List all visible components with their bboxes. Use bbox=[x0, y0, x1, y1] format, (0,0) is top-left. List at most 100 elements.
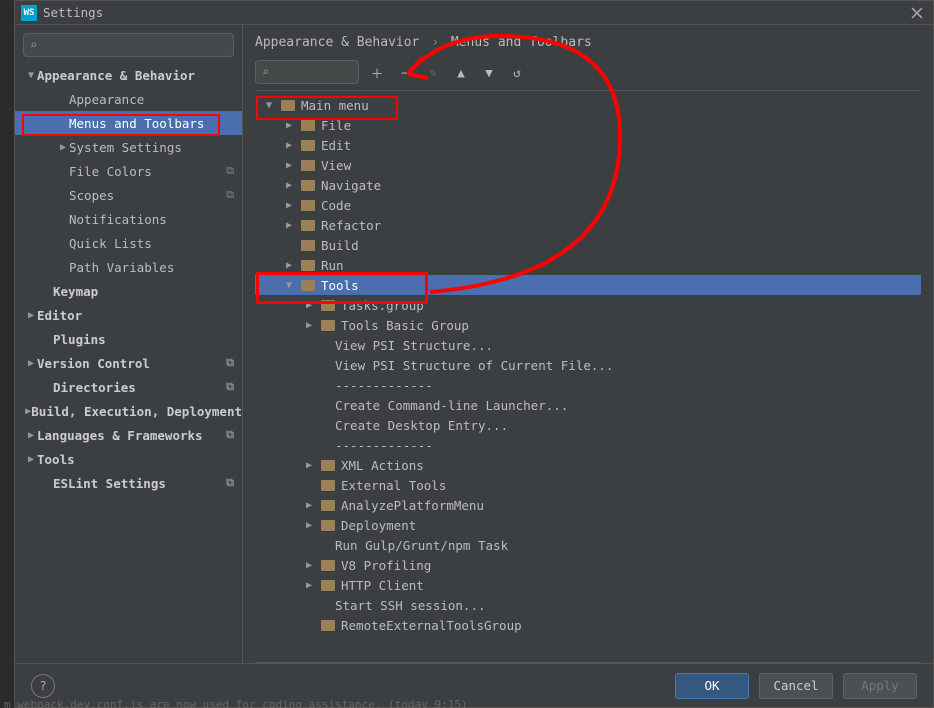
tree-item-label: Build bbox=[321, 238, 359, 253]
tree-item[interactable]: Run Gulp/Grunt/npm Task bbox=[255, 535, 921, 555]
sidebar-search-input[interactable]: ⌕ bbox=[23, 33, 234, 57]
folder-icon bbox=[301, 260, 315, 271]
sidebar-item[interactable]: ESLint Settings⧉ bbox=[15, 471, 242, 495]
sidebar-item[interactable]: Directories⧉ bbox=[15, 375, 242, 399]
sidebar-item[interactable]: Quick Lists bbox=[15, 231, 242, 255]
tree-item-label: Edit bbox=[321, 138, 351, 153]
sidebar-item[interactable]: ▶Version Control⧉ bbox=[15, 351, 242, 375]
arrow-icon: ▶ bbox=[283, 220, 295, 231]
tree-item[interactable]: ▶Deployment bbox=[255, 515, 921, 535]
tree-item-label: Tasks.group bbox=[341, 298, 424, 313]
sidebar-item-label: Build, Execution, Deployment bbox=[31, 404, 242, 419]
tree-item-label: ------------- bbox=[335, 378, 433, 393]
tree-item[interactable]: External Tools bbox=[255, 475, 921, 495]
sidebar-item-label: File Colors bbox=[69, 164, 152, 179]
settings-sidebar: ⌕ ▼Appearance & Behavior Appearance Menus … bbox=[15, 25, 243, 663]
move-down-icon[interactable]: ▼ bbox=[479, 62, 499, 82]
sidebar-item-label: Menus and Toolbars bbox=[69, 116, 204, 131]
tree-item[interactable]: Build bbox=[255, 235, 921, 255]
tree-item[interactable]: View PSI Structure... bbox=[255, 335, 921, 355]
project-badge-icon: ⧉ bbox=[226, 380, 234, 394]
sidebar-item-label: System Settings bbox=[69, 140, 182, 155]
sidebar-item-label: Plugins bbox=[53, 332, 106, 347]
tree-item[interactable]: ▶V8 Profiling bbox=[255, 555, 921, 575]
sidebar-item[interactable]: Menus and Toolbars bbox=[15, 111, 242, 135]
sidebar-item-label: Quick Lists bbox=[69, 236, 152, 251]
tree-item[interactable]: ------------- bbox=[255, 375, 921, 395]
sidebar-item[interactable]: ▶Tools bbox=[15, 447, 242, 471]
restore-icon[interactable]: ↺ bbox=[507, 62, 527, 82]
tree-item[interactable]: ▶Tools Basic Group bbox=[255, 315, 921, 335]
tree-item-label: Refactor bbox=[321, 218, 381, 233]
arrow-icon: ▶ bbox=[303, 560, 315, 571]
tree-item[interactable]: ▶Navigate bbox=[255, 175, 921, 195]
tree-item[interactable]: Start SSH session... bbox=[255, 595, 921, 615]
sidebar-item[interactable]: ▶Languages & Frameworks⧉ bbox=[15, 423, 242, 447]
arrow-icon: ▼ bbox=[25, 70, 37, 81]
arrow-icon: ▶ bbox=[25, 358, 37, 369]
sidebar-item[interactable]: Scopes⧉ bbox=[15, 183, 242, 207]
ok-button[interactable]: OK bbox=[675, 673, 749, 699]
sidebar-item[interactable]: Appearance bbox=[15, 87, 242, 111]
tree-item[interactable]: Create Command-line Launcher... bbox=[255, 395, 921, 415]
tree-item[interactable]: ▶Tasks.group bbox=[255, 295, 921, 315]
arrow-icon: ▶ bbox=[303, 580, 315, 591]
project-badge-icon: ⧉ bbox=[226, 428, 234, 442]
sidebar-item[interactable]: Path Variables bbox=[15, 255, 242, 279]
folder-icon bbox=[281, 100, 295, 111]
sidebar-item-label: Path Variables bbox=[69, 260, 174, 275]
tree-item[interactable]: ▶ Refactor bbox=[255, 215, 921, 235]
tree-item[interactable]: ▶File bbox=[255, 115, 921, 135]
arrow-icon bbox=[303, 620, 315, 631]
tree-item[interactable]: RemoteExternalToolsGroup bbox=[255, 615, 921, 635]
cancel-button[interactable]: Cancel bbox=[759, 673, 833, 699]
sidebar-item[interactable]: ▼Appearance & Behavior bbox=[15, 63, 242, 87]
tree-item-label: HTTP Client bbox=[341, 578, 424, 593]
tree-item[interactable]: ▶Run bbox=[255, 255, 921, 275]
tree-item[interactable]: View PSI Structure of Current File... bbox=[255, 355, 921, 375]
sidebar-item[interactable]: ▶Editor bbox=[15, 303, 242, 327]
arrow-icon: ▶ bbox=[303, 320, 315, 331]
folder-icon bbox=[321, 580, 335, 591]
sidebar-item[interactable]: File Colors⧉ bbox=[15, 159, 242, 183]
tree-item[interactable]: ▶XML Actions bbox=[255, 455, 921, 475]
tree-item[interactable]: ▼Main menu bbox=[255, 95, 921, 115]
tree-item[interactable]: ▶ HTTP Client bbox=[255, 575, 921, 595]
folder-icon bbox=[321, 300, 335, 311]
move-up-icon[interactable]: ▲ bbox=[451, 62, 471, 82]
tree-item-label: ------------- bbox=[335, 438, 433, 453]
tree-item[interactable]: Create Desktop Entry... bbox=[255, 415, 921, 435]
close-icon[interactable] bbox=[907, 3, 927, 23]
arrow-icon: ▶ bbox=[25, 430, 37, 441]
arrow-icon bbox=[303, 440, 315, 451]
arrow-icon bbox=[303, 380, 315, 391]
tree-item[interactable]: ▶View bbox=[255, 155, 921, 175]
sidebar-item-label: Tools bbox=[37, 452, 75, 467]
edit-icon[interactable]: ✎ bbox=[423, 62, 443, 82]
sidebar-item-label: Appearance & Behavior bbox=[37, 68, 195, 83]
search-icon: ⌕ bbox=[262, 65, 269, 79]
tree-item[interactable]: ▶AnalyzePlatformMenu bbox=[255, 495, 921, 515]
add-button[interactable]: ＋ bbox=[367, 62, 387, 82]
sidebar-item[interactable]: ▶System Settings bbox=[15, 135, 242, 159]
toolbar-search-input[interactable]: ⌕ bbox=[255, 60, 359, 84]
remove-button[interactable]: − bbox=[395, 62, 415, 82]
sidebar-item-label: Appearance bbox=[69, 92, 144, 107]
folder-icon bbox=[301, 160, 315, 171]
sidebar-item[interactable]: Notifications bbox=[15, 207, 242, 231]
sidebar-tree: ▼Appearance & Behavior Appearance Menus an… bbox=[15, 63, 242, 663]
tree-item-label: AnalyzePlatformMenu bbox=[341, 498, 484, 513]
tree-item[interactable]: ▼Tools bbox=[255, 275, 921, 295]
tree-item[interactable]: ------------- bbox=[255, 435, 921, 455]
sidebar-item[interactable]: Keymap bbox=[15, 279, 242, 303]
content-panel: Appearance & Behavior › Menus and Toolba… bbox=[243, 25, 933, 663]
help-icon[interactable]: ? bbox=[31, 674, 55, 698]
sidebar-item[interactable]: ▶Build, Execution, Deployment bbox=[15, 399, 242, 423]
arrow-icon: ▶ bbox=[303, 460, 315, 471]
sidebar-item[interactable]: Plugins bbox=[15, 327, 242, 351]
apply-button[interactable]: Apply bbox=[843, 673, 917, 699]
breadcrumb: Appearance & Behavior › Menus and Toolba… bbox=[255, 33, 921, 58]
sidebar-item-label: ESLint Settings bbox=[53, 476, 166, 491]
tree-item[interactable]: ▶Edit bbox=[255, 135, 921, 155]
tree-item[interactable]: ▶Code bbox=[255, 195, 921, 215]
